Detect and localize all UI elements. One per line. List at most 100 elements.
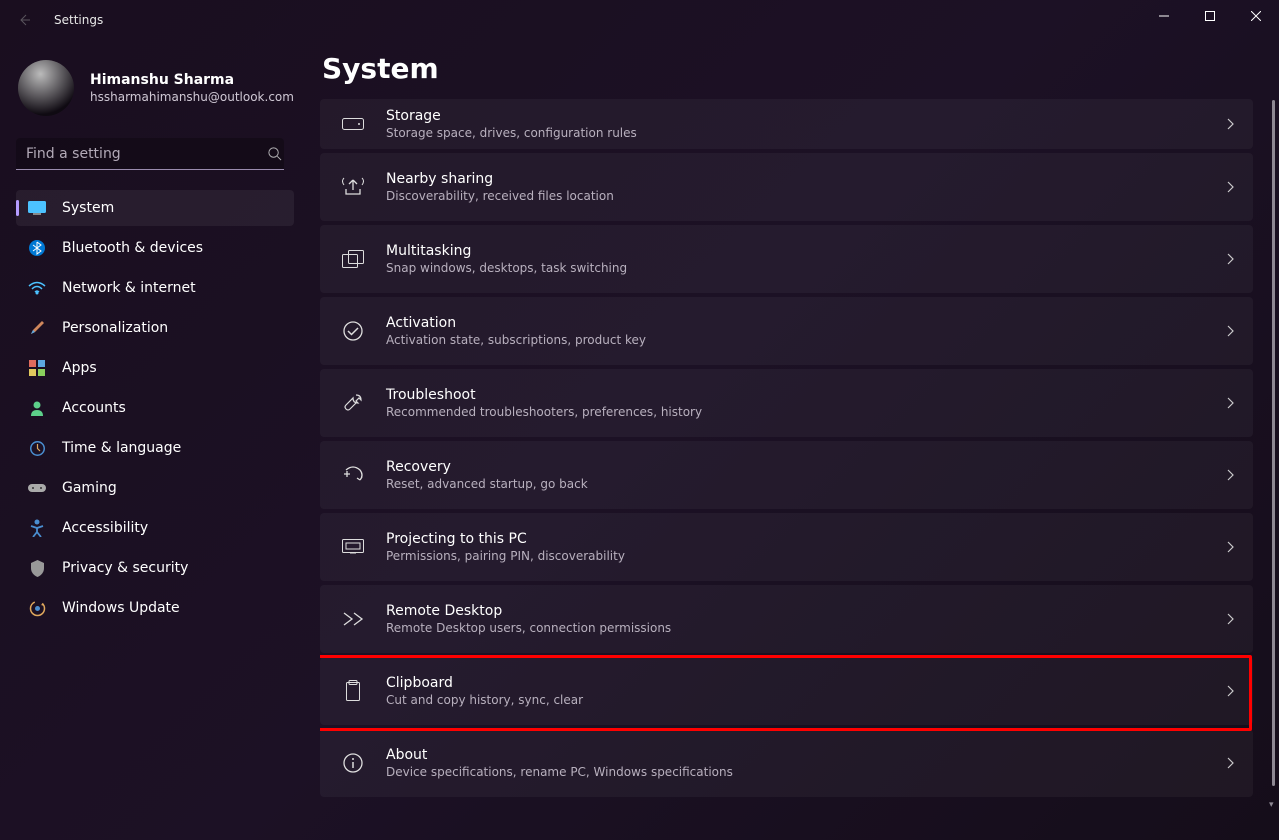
card-sub: Cut and copy history, sync, clear bbox=[386, 693, 1205, 707]
card-title: About bbox=[386, 747, 1205, 763]
chevron-right-icon bbox=[1227, 613, 1235, 625]
chevron-right-icon bbox=[1227, 118, 1235, 130]
card-title: Recovery bbox=[386, 459, 1205, 475]
nav-item-bluetooth[interactable]: Bluetooth & devices bbox=[16, 230, 294, 266]
search-icon bbox=[267, 146, 282, 161]
nav-label: Accounts bbox=[62, 400, 126, 416]
card-about[interactable]: About Device specifications, rename PC, W… bbox=[320, 729, 1253, 797]
card-clipboard[interactable]: Clipboard Cut and copy history, sync, cle… bbox=[320, 657, 1253, 725]
nav-label: Windows Update bbox=[62, 600, 180, 616]
window-title: Settings bbox=[54, 13, 103, 27]
accessibility-icon bbox=[28, 519, 46, 537]
card-sub: Device specifications, rename PC, Window… bbox=[386, 765, 1205, 779]
nav-item-time[interactable]: Time & language bbox=[16, 430, 294, 466]
card-sub: Recommended troubleshooters, preferences… bbox=[386, 405, 1205, 419]
nav-item-personalization[interactable]: Personalization bbox=[16, 310, 294, 346]
nav-label: Time & language bbox=[62, 440, 181, 456]
card-sub: Reset, advanced startup, go back bbox=[386, 477, 1205, 491]
wrench-icon bbox=[342, 392, 364, 414]
apps-icon bbox=[28, 359, 46, 377]
multitask-icon bbox=[342, 248, 364, 270]
chevron-right-icon bbox=[1227, 325, 1235, 337]
chevron-right-icon bbox=[1227, 469, 1235, 481]
chevron-right-icon bbox=[1227, 181, 1235, 193]
avatar bbox=[18, 60, 74, 116]
card-recovery[interactable]: Recovery Reset, advanced startup, go back bbox=[320, 441, 1253, 509]
info-icon bbox=[342, 752, 364, 774]
scrollbar-down-icon[interactable]: ▾ bbox=[1269, 800, 1277, 810]
scrollbar[interactable]: ▾ bbox=[1269, 100, 1277, 808]
chevron-right-icon bbox=[1227, 757, 1235, 769]
card-sub: Remote Desktop users, connection permiss… bbox=[386, 621, 1205, 635]
brush-icon bbox=[28, 319, 46, 337]
card-title: Activation bbox=[386, 315, 1205, 331]
nav-label: Network & internet bbox=[62, 280, 196, 296]
chevron-right-icon bbox=[1227, 397, 1235, 409]
search-wrap bbox=[16, 138, 294, 170]
nav-item-update[interactable]: Windows Update bbox=[16, 590, 294, 626]
card-title: Troubleshoot bbox=[386, 387, 1205, 403]
recovery-icon bbox=[342, 464, 364, 486]
shield-icon bbox=[28, 559, 46, 577]
scrollbar-thumb[interactable] bbox=[1272, 100, 1275, 786]
nav-label: Personalization bbox=[62, 320, 168, 336]
nav-label: Gaming bbox=[62, 480, 117, 496]
chevron-right-icon bbox=[1227, 541, 1235, 553]
nav-item-accounts[interactable]: Accounts bbox=[16, 390, 294, 426]
nav-item-privacy[interactable]: Privacy & security bbox=[16, 550, 294, 586]
card-title: Multitasking bbox=[386, 243, 1205, 259]
nav-label: Privacy & security bbox=[62, 560, 188, 576]
system-icon bbox=[28, 199, 46, 217]
clipboard-icon bbox=[342, 680, 364, 702]
card-sub: Permissions, pairing PIN, discoverabilit… bbox=[386, 549, 1205, 563]
project-icon bbox=[342, 536, 364, 558]
card-remote-desktop[interactable]: Remote Desktop Remote Desktop users, conn… bbox=[320, 585, 1253, 653]
nav-label: Apps bbox=[62, 360, 97, 376]
card-activation[interactable]: Activation Activation state, subscription… bbox=[320, 297, 1253, 365]
bluetooth-icon bbox=[28, 239, 46, 257]
close-button[interactable] bbox=[1233, 0, 1279, 32]
maximize-button[interactable] bbox=[1187, 0, 1233, 32]
card-sub: Snap windows, desktops, task switching bbox=[386, 261, 1205, 275]
nav-item-gaming[interactable]: Gaming bbox=[16, 470, 294, 506]
nav-label: Bluetooth & devices bbox=[62, 240, 203, 256]
profile-email: hssharmahimanshu@outlook.com bbox=[90, 90, 294, 104]
chevron-right-icon bbox=[1227, 685, 1235, 697]
back-button bbox=[8, 4, 40, 36]
nav-item-system[interactable]: System bbox=[16, 190, 294, 226]
share-icon bbox=[342, 176, 364, 198]
storage-icon bbox=[342, 113, 364, 135]
card-multitasking[interactable]: Multitasking Snap windows, desktops, task… bbox=[320, 225, 1253, 293]
card-projecting[interactable]: Projecting to this PC Permissions, pairin… bbox=[320, 513, 1253, 581]
card-title: Clipboard bbox=[386, 675, 1205, 691]
nav-item-network[interactable]: Network & internet bbox=[16, 270, 294, 306]
remote-icon bbox=[342, 608, 364, 630]
card-sub: Discoverability, received files location bbox=[386, 189, 1205, 203]
card-title: Remote Desktop bbox=[386, 603, 1205, 619]
nav-item-apps[interactable]: Apps bbox=[16, 350, 294, 386]
person-icon bbox=[28, 399, 46, 417]
card-title: Nearby sharing bbox=[386, 171, 1205, 187]
content-area: StorageStorage space, drives, configurat… bbox=[320, 99, 1261, 832]
sidebar: Himanshu Sharma hssharmahimanshu@outlook… bbox=[0, 40, 310, 840]
nav: System Bluetooth & devices Network & int… bbox=[16, 190, 294, 626]
card-storage[interactable]: StorageStorage space, drives, configurat… bbox=[320, 99, 1253, 149]
minimize-button[interactable] bbox=[1141, 0, 1187, 32]
nav-label: System bbox=[62, 200, 114, 216]
profile-section[interactable]: Himanshu Sharma hssharmahimanshu@outlook… bbox=[16, 48, 294, 138]
nav-label: Accessibility bbox=[62, 520, 148, 536]
check-circle-icon bbox=[342, 320, 364, 342]
card-troubleshoot[interactable]: Troubleshoot Recommended troubleshooters,… bbox=[320, 369, 1253, 437]
chevron-right-icon bbox=[1227, 253, 1235, 265]
nav-item-accessibility[interactable]: Accessibility bbox=[16, 510, 294, 546]
search-input[interactable] bbox=[16, 138, 284, 170]
card-sub: Activation state, subscriptions, product… bbox=[386, 333, 1205, 347]
card-title: Projecting to this PC bbox=[386, 531, 1205, 547]
card-nearby-sharing[interactable]: Nearby sharing Discoverability, received … bbox=[320, 153, 1253, 221]
window-controls bbox=[1141, 0, 1279, 32]
profile-name: Himanshu Sharma bbox=[90, 72, 294, 88]
gamepad-icon bbox=[28, 479, 46, 497]
page-title: System bbox=[322, 52, 1261, 85]
wifi-icon bbox=[28, 279, 46, 297]
clock-icon bbox=[28, 439, 46, 457]
